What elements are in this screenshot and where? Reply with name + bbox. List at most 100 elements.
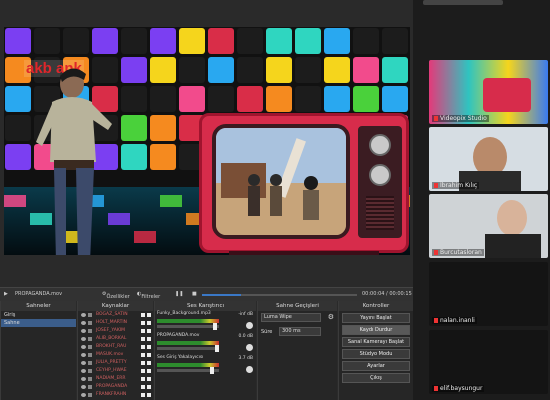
move-down-icon[interactable] [147, 345, 151, 349]
speaker-icon[interactable] [246, 322, 253, 329]
source-item[interactable]: PROPAGANDA [78, 383, 153, 391]
lock-icon[interactable] [88, 345, 92, 349]
source-item[interactable]: BOGAZ_SATIN [78, 311, 153, 319]
lock-icon[interactable] [88, 385, 92, 389]
move-down-icon[interactable] [147, 369, 151, 373]
disco-tile [150, 28, 176, 54]
source-item[interactable]: JOSEF_YAKIM [78, 327, 153, 335]
speaker-icon[interactable] [246, 344, 253, 351]
source-item[interactable]: CEYHP_HWAE [78, 367, 153, 375]
lock-icon[interactable] [88, 361, 92, 365]
move-up-icon[interactable] [141, 329, 145, 333]
volume-slider-thumb[interactable] [213, 323, 217, 330]
source-item[interactable]: FRANKFRAHN [78, 391, 153, 399]
move-down-icon[interactable] [147, 353, 151, 357]
move-down-icon[interactable] [147, 313, 151, 317]
media-seek-track[interactable] [202, 294, 357, 296]
gear-icon[interactable]: ⚙ [328, 314, 334, 321]
source-item[interactable]: MASUK.mov [78, 351, 153, 359]
volume-slider-thumb[interactable] [215, 345, 219, 352]
participant-tile[interactable]: nalan.inanli [429, 262, 548, 326]
play-icon[interactable]: ▶ [4, 291, 8, 297]
stop-recording-button[interactable]: Kaydı Durdur [342, 325, 410, 335]
participant-tile[interactable]: İbrahim Kılıç [429, 127, 548, 191]
speaker-icon[interactable] [246, 366, 253, 373]
move-down-icon[interactable] [147, 385, 151, 389]
visibility-eye-icon[interactable] [81, 337, 86, 341]
mixer-channel: Funky_Background.mp3 -inf dB [155, 311, 256, 333]
visibility-eye-icon[interactable] [81, 353, 86, 357]
move-up-icon[interactable] [141, 393, 145, 397]
volume-slider-thumb[interactable] [210, 367, 214, 374]
properties-button[interactable]: ⚙ Özellikler [102, 291, 130, 300]
visibility-eye-icon[interactable] [81, 345, 86, 349]
move-up-icon[interactable] [141, 353, 145, 357]
source-item[interactable]: BROKHT_RAU [78, 343, 153, 351]
source-item[interactable]: HOLT_MARTIN [78, 319, 153, 327]
lock-icon[interactable] [88, 313, 92, 317]
start-streaming-button[interactable]: Yayını Başlat [342, 313, 410, 323]
media-name: PROPAGANDA.mov [15, 291, 63, 297]
move-down-icon[interactable] [147, 337, 151, 341]
disco-tile [382, 86, 408, 112]
visibility-eye-icon[interactable] [81, 393, 86, 397]
visibility-eye-icon[interactable] [81, 329, 86, 333]
visibility-eye-icon[interactable] [81, 377, 86, 381]
visibility-eye-icon[interactable] [81, 321, 86, 325]
disco-tile [5, 144, 31, 170]
move-up-icon[interactable] [141, 313, 145, 317]
volume-slider[interactable] [157, 347, 219, 350]
duration-input[interactable]: 300 ms [279, 327, 321, 336]
move-up-icon[interactable] [141, 321, 145, 325]
move-up-icon[interactable] [141, 337, 145, 341]
scene-item[interactable]: Giriş [1, 311, 76, 319]
call-top-pill [423, 0, 503, 5]
visibility-eye-icon[interactable] [81, 313, 86, 317]
scene-item-selected[interactable]: Sahne [1, 319, 76, 327]
video-call-panel: Videopix Studio İbrahim Kılıç Burcutaslo… [413, 0, 550, 400]
disco-tile [382, 57, 408, 83]
participant-name: Burcutasloran [432, 249, 484, 256]
lock-icon[interactable] [88, 329, 92, 333]
settings-button[interactable]: Ayarlar [342, 361, 410, 371]
move-up-icon[interactable] [141, 369, 145, 373]
mic-muted-icon [434, 318, 438, 323]
transition-select[interactable]: Luma Wipe [261, 313, 321, 322]
move-up-icon[interactable] [141, 385, 145, 389]
move-down-icon[interactable] [147, 377, 151, 381]
exit-button[interactable]: Çıkış [342, 373, 410, 383]
source-name: ALIB_BORKAL [96, 336, 127, 341]
visibility-eye-icon[interactable] [81, 361, 86, 365]
source-item[interactable]: JULIA_PRETTY [78, 359, 153, 367]
move-up-icon[interactable] [141, 345, 145, 349]
participant-tile[interactable]: Burcutasloran [429, 194, 548, 258]
move-up-icon[interactable] [141, 377, 145, 381]
participant-tile[interactable]: Videopix Studio [429, 60, 548, 124]
lock-icon[interactable] [88, 393, 92, 397]
mixer-channel: Ses Giriş Yakalayıcısı 3.7 dB [155, 355, 256, 377]
move-down-icon[interactable] [147, 329, 151, 333]
stop-icon[interactable]: ■ [192, 291, 197, 297]
volume-slider[interactable] [157, 325, 219, 328]
move-down-icon[interactable] [147, 393, 151, 397]
source-item[interactable]: NADIAM_ERR [78, 375, 153, 383]
lock-icon[interactable] [88, 337, 92, 341]
studio-mode-button[interactable]: Stüdyo Modu [342, 349, 410, 359]
pause-icon[interactable]: ❚❚ [175, 291, 183, 297]
audio-mixer-dock: Ses Karıştırıcı Funky_Background.mp3 -in… [154, 301, 256, 400]
source-item[interactable]: ALIB_BORKAL [78, 335, 153, 343]
lock-icon[interactable] [88, 377, 92, 381]
media-time: 00:00:04 / 00:00:15 [362, 291, 412, 297]
lock-icon[interactable] [88, 321, 92, 325]
visibility-eye-icon[interactable] [81, 369, 86, 373]
program-preview[interactable]: akb ank [4, 27, 410, 255]
move-up-icon[interactable] [141, 361, 145, 365]
move-down-icon[interactable] [147, 321, 151, 325]
lock-icon[interactable] [88, 353, 92, 357]
start-virtual-camera-button[interactable]: Sanal Kamerayı Başlat [342, 337, 410, 347]
filters-button[interactable]: ◐ Filtreler [137, 291, 160, 300]
visibility-eye-icon[interactable] [81, 385, 86, 389]
move-down-icon[interactable] [147, 361, 151, 365]
participant-tile[interactable]: elif.baysungur [429, 330, 548, 394]
lock-icon[interactable] [88, 369, 92, 373]
